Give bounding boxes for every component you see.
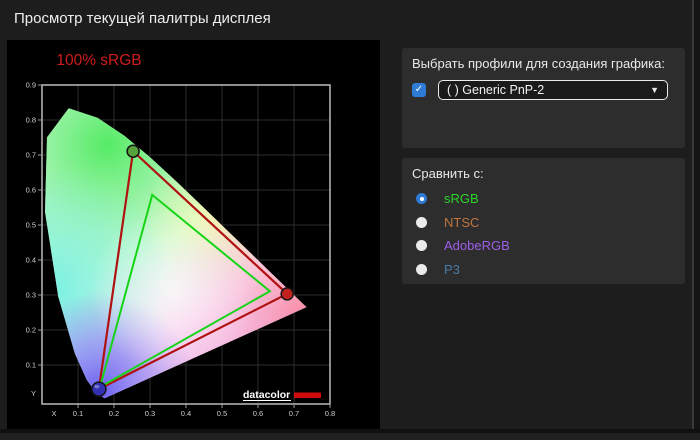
radio-icon[interactable] [416,216,427,228]
svg-text:0.9: 0.9 [26,81,36,90]
radio-label: NTSC [444,214,480,230]
profile-dropdown[interactable]: ( ) Generic PnP-2 ▼ [438,80,668,100]
svg-text:0.6: 0.6 [26,186,36,195]
svg-text:0.2: 0.2 [109,409,119,418]
radio-label: AdobeRGB [444,238,510,254]
side-panel: Выбрать профили для создания графика: ✓ … [380,38,693,429]
compare-heading: Сравнить с: [412,166,484,181]
compare-radio-list: sRGB NTSC AdobeRGB P3 [416,187,510,281]
svg-text:0.7: 0.7 [26,151,36,160]
chromaticity-diagram: 0.1 0.2 0.3 0.4 0.5 0.6 0.7 0.8 X 0.9 0.8 0.7 0.6 0.5… [7,40,380,434]
svg-text:0.3: 0.3 [26,291,36,300]
svg-text:0.5: 0.5 [26,221,36,230]
window-right-margin [694,0,700,429]
blue-primary-marker [91,381,107,397]
bottom-strip [0,433,700,440]
svg-text:0.4: 0.4 [26,256,36,265]
green-primary-marker [126,144,140,158]
svg-text:0.2: 0.2 [26,326,36,335]
svg-text:X: X [51,409,56,418]
radio-selected-icon[interactable] [416,193,427,205]
radio-label: P3 [444,261,460,277]
gamut-coverage-label: 100% sRGB [56,52,141,69]
profile-dropdown-value: ( ) Generic PnP-2 [447,83,545,97]
datacolor-logo: datacolor [243,389,321,401]
profile-row: ✓ ( ) Generic PnP-2 ▼ [412,80,668,100]
svg-text:0.6: 0.6 [253,409,263,418]
radio-option-ntsc[interactable]: NTSC [416,211,510,235]
svg-text:0.8: 0.8 [26,116,36,125]
radio-icon[interactable] [416,240,427,252]
profiles-heading: Выбрать профили для создания графика: [412,56,665,71]
svg-text:0.1: 0.1 [26,361,36,370]
radio-option-adobergb[interactable]: AdobeRGB [416,234,510,258]
svg-text:0.3: 0.3 [145,409,155,418]
check-icon: ✓ [414,84,424,95]
app-window: Просмотр текущей палитры дисплея 0.1 0.2 0… [0,0,700,429]
profile-checkbox[interactable]: ✓ [412,83,426,97]
chart-panel: 0.1 0.2 0.3 0.4 0.5 0.6 0.7 0.8 X 0.9 0.8 0.7 0.6 0.5… [7,40,380,429]
svg-text:0.8: 0.8 [325,409,335,418]
title-bar: Просмотр текущей палитры дисплея [0,0,700,38]
chevron-down-icon: ▼ [650,85,659,95]
radio-option-p3[interactable]: P3 [416,258,510,282]
compare-groupbox: Сравнить с: sRGB NTSC AdobeRGB P3 [402,158,685,284]
radio-option-srgb[interactable]: sRGB [416,187,510,211]
window-title: Просмотр текущей палитры дисплея [14,10,271,27]
red-primary-marker [280,287,294,301]
radio-label: sRGB [444,191,479,207]
svg-text:Y: Y [31,389,36,398]
radio-icon[interactable] [416,263,427,275]
svg-text:0.7: 0.7 [289,409,299,418]
svg-text:0.1: 0.1 [73,409,83,418]
svg-text:0.4: 0.4 [181,409,191,418]
svg-text:datacolor: datacolor [243,389,290,401]
profiles-groupbox: Выбрать профили для создания графика: ✓ … [402,48,685,148]
svg-text:0.5: 0.5 [217,409,227,418]
